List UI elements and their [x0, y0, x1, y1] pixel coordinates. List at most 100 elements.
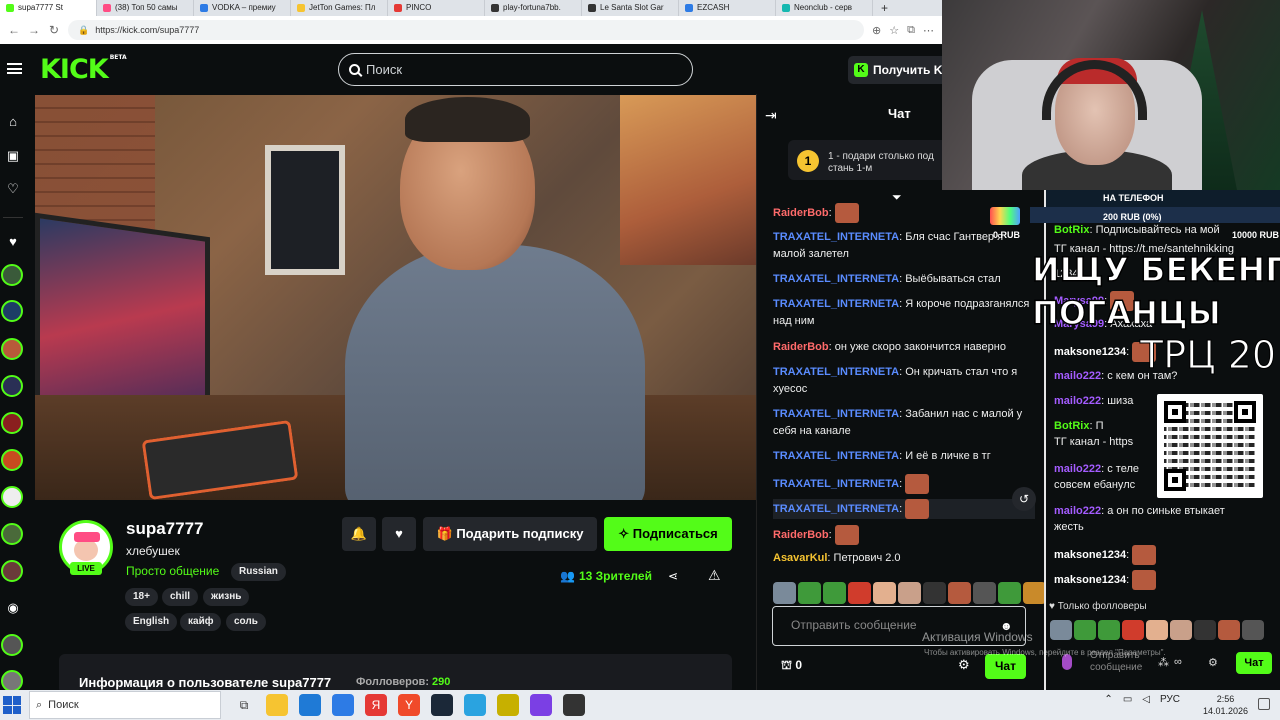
video-player[interactable] — [35, 95, 756, 500]
chat-message[interactable]: TRAXATEL_INTERNETA: — [773, 474, 1035, 494]
emote-icon[interactable] — [1023, 582, 1046, 604]
stream-tag[interactable]: English — [125, 613, 178, 631]
notification-icon[interactable] — [1258, 698, 1270, 710]
extensions-icon[interactable]: ⧉ — [907, 24, 915, 37]
chat-message[interactable]: TRAXATEL_INTERNETA: — [773, 499, 1035, 519]
channel-avatar[interactable] — [1, 670, 23, 692]
stream-tag[interactable]: соль — [226, 613, 266, 631]
chat-message[interactable]: RaiderBob: — [773, 525, 1035, 545]
emote-icon[interactable] — [973, 582, 996, 604]
stream-tag[interactable]: кайф — [180, 613, 222, 631]
emote-icon[interactable] — [773, 582, 796, 604]
browser-tab[interactable]: supa7777 St — [0, 0, 97, 16]
hamburger-menu-icon[interactable] — [7, 63, 22, 74]
chat-username[interactable]: TRAXATEL_INTERNETA — [773, 450, 899, 462]
report-warning-icon[interactable]: ⚠ — [708, 567, 721, 584]
telegram-icon[interactable] — [464, 694, 486, 716]
share-icon[interactable]: ⋖ — [668, 569, 678, 583]
subscribe-button[interactable]: ✧ Подписаться — [604, 517, 732, 551]
home-icon[interactable]: ⌂ — [5, 114, 21, 130]
bookmark-icon[interactable]: ☆ — [889, 24, 899, 37]
keyboard-language[interactable]: РУС — [1160, 694, 1180, 705]
chat-settings-gear-icon[interactable]: ⚙ — [958, 657, 970, 673]
collapse-chat-icon[interactable]: ⇥ — [765, 107, 777, 124]
chat-message[interactable]: TRAXATEL_INTERNETA: Я короче подразганял… — [773, 296, 1035, 330]
browser-tab[interactable]: Le Santa Slot Gar — [582, 0, 679, 16]
notification-bell-icon[interactable]: 🔔 — [342, 517, 376, 551]
back-icon[interactable]: ← — [8, 23, 20, 37]
mail-icon[interactable] — [332, 694, 354, 716]
obs-icon[interactable] — [563, 694, 585, 716]
chat-username[interactable]: RaiderBob — [773, 341, 829, 353]
following-icon[interactable]: ♡ — [5, 181, 21, 197]
search-input[interactable] — [366, 62, 666, 77]
chat-username[interactable]: TRAXATEL_INTERNETA — [773, 366, 899, 378]
chat-message[interactable]: RaiderBob: он уже скоро закончится навер… — [773, 339, 1035, 356]
chat-username[interactable]: TRAXATEL_INTERNETA — [773, 503, 899, 515]
search-box[interactable] — [338, 53, 693, 86]
browse-icon[interactable]: ▣ — [5, 148, 21, 164]
discord-icon[interactable]: ◉ — [5, 600, 21, 616]
channel-avatar[interactable] — [1, 412, 23, 434]
chat-username[interactable]: TRAXATEL_INTERNETA — [773, 231, 899, 243]
task-view-icon[interactable]: ⧉ — [233, 694, 255, 716]
emote-icon[interactable] — [798, 582, 821, 604]
browser-tab[interactable]: VODKA – премиу — [194, 0, 291, 16]
zoom-icon[interactable]: ⊕ — [872, 24, 881, 37]
windows-start-icon[interactable] — [3, 696, 21, 714]
browser-tab[interactable]: PINCO — [388, 0, 485, 16]
emote-icon[interactable] — [948, 582, 971, 604]
follow-heart-icon[interactable]: ♥ — [382, 517, 416, 551]
forward-icon[interactable]: → — [28, 23, 40, 37]
chat-message[interactable]: TRAXATEL_INTERNETA: Он кричать стал что … — [773, 364, 1035, 398]
emote-icon[interactable] — [823, 582, 846, 604]
edge-icon[interactable] — [299, 694, 321, 716]
emote-icon[interactable] — [898, 582, 921, 604]
language-tag[interactable]: Russian — [231, 563, 286, 581]
channel-avatar[interactable] — [1, 300, 23, 322]
channel-points[interactable]: ⛫ 0 — [781, 658, 802, 674]
taskbar-search[interactable]: ⌕ Поиск — [29, 691, 221, 719]
emote-icon[interactable] — [998, 582, 1021, 604]
discord-icon[interactable] — [530, 694, 552, 716]
channel-avatar[interactable] — [1, 486, 23, 508]
resume-scroll-icon[interactable]: ↺ — [1012, 487, 1036, 511]
channel-avatar[interactable] — [1, 634, 23, 656]
yandex-browser-icon[interactable]: Y — [398, 694, 420, 716]
channel-avatar[interactable] — [1, 338, 23, 360]
browser-tab[interactable]: Neonclub - серв — [776, 0, 873, 16]
chat-username[interactable]: RaiderBob — [773, 207, 829, 219]
yandex-icon[interactable]: Я — [365, 694, 387, 716]
channel-avatar[interactable] — [1, 523, 23, 545]
menu-icon[interactable]: ⋯ — [923, 24, 934, 37]
chat-username[interactable]: TRAXATEL_INTERNETA — [773, 298, 899, 310]
channel-avatar[interactable] — [1, 264, 23, 286]
new-tab-button[interactable]: + — [873, 0, 896, 16]
browser-tab[interactable]: (38) Топ 50 самы — [97, 0, 194, 16]
network-icon[interactable]: ▭ — [1123, 694, 1132, 705]
chat-username[interactable]: RaiderBob — [773, 529, 829, 541]
stream-category[interactable]: Просто общение — [126, 564, 219, 578]
channel-avatar[interactable] — [1, 375, 23, 397]
emote-icon[interactable] — [848, 582, 871, 604]
chat-username[interactable]: TRAXATEL_INTERNETA — [773, 273, 899, 285]
gift-subscription-button[interactable]: 🎁 Подарить подписку — [423, 517, 597, 551]
emote-icon[interactable] — [923, 582, 946, 604]
chat-username[interactable]: TRAXATEL_INTERNETA — [773, 408, 899, 420]
chat-message[interactable]: TRAXATEL_INTERNETA: Забанил нас с малой … — [773, 406, 1035, 440]
browser-tab[interactable]: JetTon Games: Пл — [291, 0, 388, 16]
steam-icon[interactable] — [431, 694, 453, 716]
browser-tab[interactable]: play-fortuna7bb. — [485, 0, 582, 16]
taskbar-clock[interactable]: 2:56 14.01.2026 — [1203, 693, 1248, 717]
browser-tab[interactable]: EZCASH — [679, 0, 776, 16]
channel-avatar[interactable] — [1, 560, 23, 582]
tray-chevron-icon[interactable]: ⌃ — [1104, 694, 1112, 705]
file-explorer-icon[interactable] — [266, 694, 288, 716]
chat-username[interactable]: AsavarKul — [773, 552, 827, 564]
emote-icon[interactable] — [873, 582, 896, 604]
stream-tag[interactable]: жизнь — [203, 588, 250, 606]
kick-logo[interactable]: KICK BETA — [40, 54, 127, 85]
url-field[interactable]: 🔒 https://kick.com/supa7777 — [68, 20, 865, 40]
chat-send-button[interactable]: Чат — [985, 654, 1026, 679]
chat-message[interactable]: TRAXATEL_INTERNETA: Выёбываться стал — [773, 271, 1035, 288]
